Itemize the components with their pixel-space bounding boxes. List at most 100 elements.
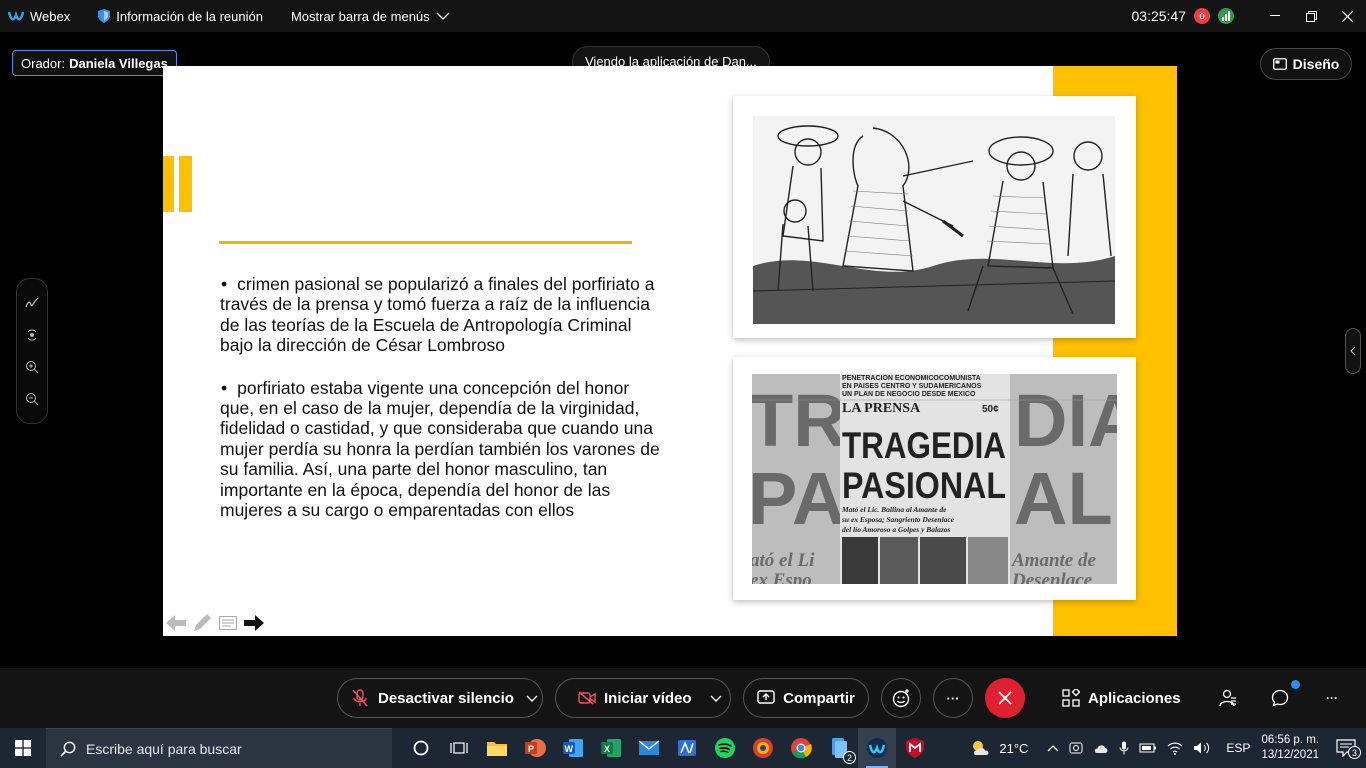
newspaper-bg-text: Desenlace bbox=[1011, 570, 1093, 584]
arrow-right-icon bbox=[244, 615, 264, 631]
meeting-info-button[interactable]: Información de la reunión bbox=[98, 9, 263, 24]
share-button[interactable]: Compartir bbox=[743, 678, 869, 718]
mail-button[interactable] bbox=[630, 728, 668, 768]
webex-logo-icon bbox=[8, 11, 24, 21]
battery-tray-icon[interactable] bbox=[1139, 742, 1157, 754]
participants-button[interactable] bbox=[1210, 678, 1246, 718]
word-button[interactable]: W bbox=[554, 728, 592, 768]
system-tray: 21°C ESP 06:56 p. m. 13/12/2021 3 bbox=[964, 728, 1366, 768]
slide-title-rule bbox=[219, 241, 632, 244]
cortana-button[interactable] bbox=[402, 728, 440, 768]
windows-taskbar: Escribe aquí para buscar P W X 2 21°C ES… bbox=[0, 728, 1366, 768]
files-app-badge: 2 bbox=[843, 751, 856, 764]
spotify-button[interactable] bbox=[706, 728, 744, 768]
onedrive-tray-icon[interactable] bbox=[1093, 742, 1109, 754]
leave-meeting-button[interactable] bbox=[985, 678, 1025, 718]
show-menu-bar-label: Mostrar barra de menús bbox=[290, 8, 430, 24]
zoom-out-icon[interactable] bbox=[25, 392, 39, 406]
newspaper-price: 50¢ bbox=[982, 404, 999, 415]
meeting-control-bar: Desactivar silencio Iniciar vídeo Compar… bbox=[0, 668, 1366, 728]
start-button[interactable] bbox=[0, 728, 46, 768]
previous-slide-button[interactable] bbox=[165, 612, 187, 634]
layout-button[interactable]: Diseño bbox=[1260, 48, 1352, 80]
search-icon bbox=[60, 741, 76, 757]
windows-logo-icon bbox=[15, 740, 31, 756]
math-app-button[interactable] bbox=[668, 728, 706, 768]
zoom-in-icon[interactable] bbox=[25, 360, 39, 374]
weather-cloud-sun-icon bbox=[973, 741, 989, 755]
active-speaker-label: Orador: Daniela Villegas bbox=[12, 50, 177, 76]
show-menu-bar-button[interactable]: Mostrar barra de menús bbox=[291, 9, 456, 24]
webex-taskbar-button[interactable] bbox=[858, 728, 896, 768]
reactions-icon bbox=[892, 689, 910, 708]
mcafee-button[interactable] bbox=[896, 728, 934, 768]
files-app-button[interactable]: 2 bbox=[820, 728, 858, 768]
weather-widget[interactable]: 21°C bbox=[969, 739, 1028, 757]
start-video-button[interactable]: Iniciar vídeo bbox=[556, 690, 692, 707]
shared-slide: • crimen pasional se popularizó a finales… bbox=[163, 66, 1177, 636]
podcast-app-button[interactable] bbox=[744, 728, 782, 768]
close-icon bbox=[1341, 10, 1353, 22]
apps-button[interactable]: Aplicaciones bbox=[1062, 678, 1181, 718]
unmute-button-group: Desactivar silencio bbox=[337, 678, 543, 718]
weather-temp: 21°C bbox=[999, 740, 1029, 756]
tray-time: 06:56 p. m. bbox=[1261, 734, 1319, 746]
annotate-pen-icon[interactable] bbox=[25, 296, 39, 310]
wifi-tray-icon[interactable] bbox=[1167, 741, 1183, 755]
network-stats-icon[interactable] bbox=[1218, 8, 1234, 24]
task-view-button[interactable] bbox=[440, 728, 478, 768]
file-explorer-button[interactable] bbox=[478, 728, 516, 768]
volume-tray-icon[interactable] bbox=[1193, 741, 1211, 755]
clock-date[interactable]: 06:56 p. m. 13/12/2021 bbox=[1261, 733, 1319, 763]
chevron-down-icon bbox=[436, 12, 450, 20]
newspaper-headline: PASIONAL bbox=[842, 465, 1006, 506]
restore-button[interactable] bbox=[1296, 0, 1326, 32]
battery-icon bbox=[1139, 743, 1157, 753]
powerpoint-button[interactable]: P bbox=[516, 728, 554, 768]
expand-panel-tab[interactable] bbox=[1345, 328, 1361, 374]
newspaper-subheadline: su ex Esposa; Sangriento Desenlace bbox=[841, 515, 955, 524]
podcast-icon bbox=[753, 738, 773, 758]
cortana-icon bbox=[413, 740, 429, 756]
recording-badge-label: o bbox=[1199, 10, 1205, 22]
overflow-menu-button[interactable]: ··· bbox=[1314, 678, 1350, 718]
excel-button[interactable]: X bbox=[592, 728, 630, 768]
apps-label: Aplicaciones bbox=[1088, 689, 1181, 707]
restore-icon bbox=[1305, 10, 1317, 22]
svg-text:W: W bbox=[565, 744, 574, 754]
input-language[interactable]: ESP bbox=[1226, 741, 1250, 755]
pen-tool-button[interactable] bbox=[191, 612, 213, 634]
video-options-button[interactable] bbox=[710, 690, 722, 707]
close-window-button[interactable] bbox=[1332, 0, 1362, 32]
chrome-icon bbox=[791, 738, 812, 759]
audio-options-button[interactable] bbox=[526, 690, 538, 707]
newspaper-bg-text: AL bbox=[1014, 457, 1113, 540]
overflow-menu-label: ··· bbox=[1326, 691, 1338, 705]
minimize-button[interactable] bbox=[1260, 0, 1290, 32]
taskbar-search-box[interactable]: Escribe aquí para buscar bbox=[46, 728, 392, 768]
mail-icon bbox=[638, 740, 660, 755]
slide-menu-button[interactable] bbox=[217, 612, 239, 634]
apps-icon bbox=[1062, 689, 1080, 707]
more-options-button[interactable]: ··· bbox=[933, 678, 973, 718]
newspaper-bg-text: Amante de bbox=[1011, 550, 1096, 571]
math-app-icon bbox=[678, 740, 696, 756]
microphone-tray-icon[interactable] bbox=[1119, 741, 1129, 755]
newspaper-top-line: PENETRACION ECONOMICOCOMUNISTA bbox=[842, 375, 981, 382]
chrome-button[interactable] bbox=[782, 728, 820, 768]
speaker-prefix: Orador: bbox=[21, 55, 66, 71]
next-slide-button[interactable] bbox=[243, 612, 265, 634]
reactions-button[interactable] bbox=[881, 678, 921, 718]
folder-icon bbox=[487, 742, 507, 756]
show-hidden-icons-button[interactable] bbox=[1047, 744, 1059, 752]
pointer-icon[interactable] bbox=[25, 328, 39, 342]
start-video-label: Iniciar vídeo bbox=[604, 689, 692, 707]
unmute-button[interactable]: Desactivar silencio bbox=[338, 689, 514, 707]
webex-tray-icon[interactable] bbox=[1069, 741, 1083, 755]
close-icon bbox=[998, 691, 1012, 705]
action-center-button[interactable]: 3 bbox=[1336, 739, 1361, 759]
task-view-icon bbox=[450, 742, 468, 754]
webex-icon bbox=[867, 738, 887, 758]
recording-badge[interactable]: o bbox=[1194, 8, 1210, 24]
volume-icon bbox=[1194, 742, 1210, 754]
